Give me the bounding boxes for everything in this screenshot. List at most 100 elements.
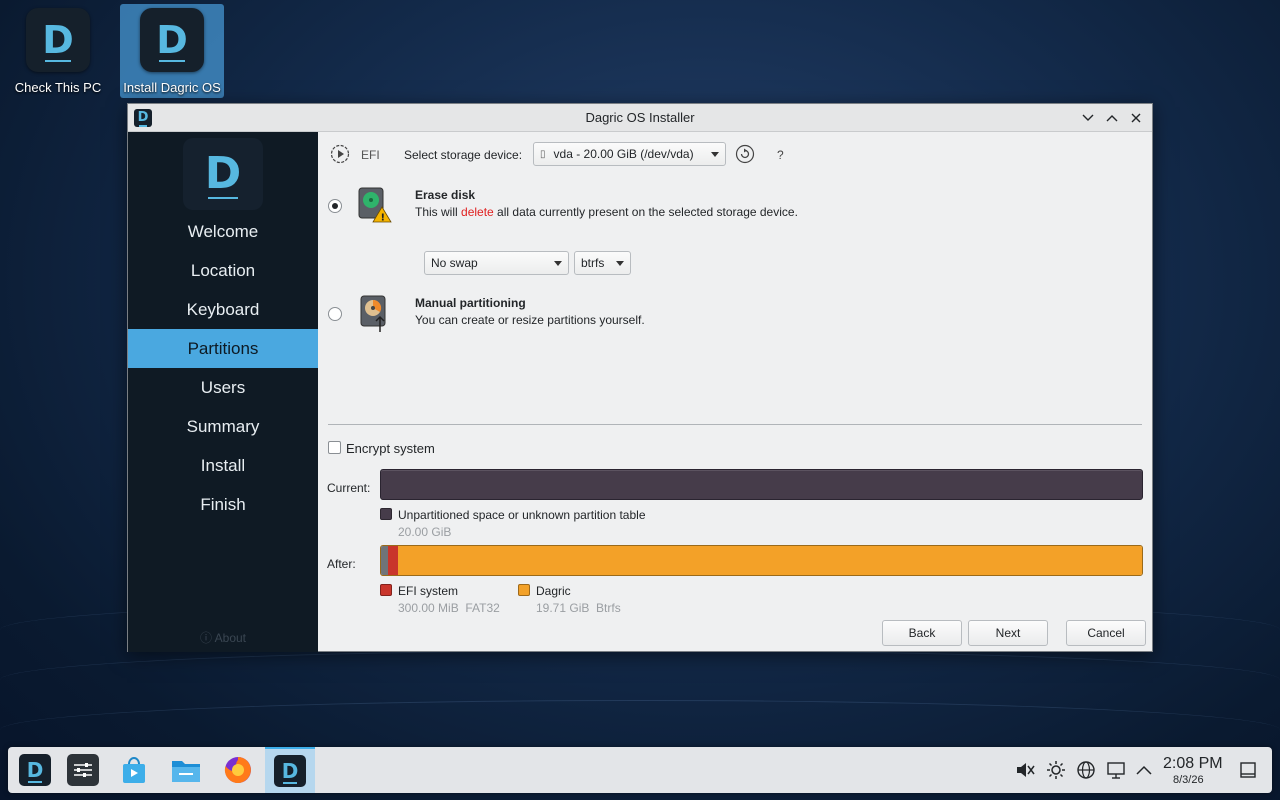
storage-device-value: vda - 20.00 GiB (/dev/vda) [553, 147, 694, 161]
maximize-button[interactable] [1102, 108, 1122, 128]
separator [328, 424, 1142, 425]
desktop-icon-label: Check This PC [14, 80, 102, 95]
show-desktop-icon[interactable] [1237, 759, 1259, 781]
refresh-icon [735, 144, 755, 164]
store-bag-icon [118, 754, 150, 786]
after-partition-bar [380, 545, 1143, 576]
delete-warning-word: delete [461, 205, 494, 219]
brightness-icon[interactable] [1045, 759, 1067, 781]
close-icon [1131, 113, 1141, 123]
after-segment-efi [387, 546, 399, 575]
unpartitioned-swatch [380, 508, 392, 520]
dagric-logo-icon: D [183, 138, 263, 210]
chevron-up-icon[interactable] [1133, 759, 1155, 781]
cancel-button[interactable]: Cancel [1066, 620, 1146, 646]
current-label: Current: [327, 481, 371, 495]
efi-legend-label: EFI system [398, 584, 459, 598]
desktop-icon-label: Install Dagric OS [123, 80, 221, 95]
svg-text:!: ! [381, 213, 386, 224]
sidebar-nav: Welcome Location Keyboard Partitions Use… [128, 212, 318, 524]
about-button[interactable]: ⓘ About [128, 629, 318, 646]
erase-disk-title: Erase disk [415, 188, 476, 202]
filesystem-value: btrfs [581, 256, 605, 270]
desktop-icon-install-dagric-os[interactable]: D Install Dagric OS [120, 4, 224, 98]
chevron-down-icon [1082, 114, 1094, 121]
boot-mode-button[interactable] [330, 144, 350, 164]
chevron-up-icon [1106, 115, 1118, 122]
taskbar-firefox[interactable] [213, 747, 263, 793]
dagric-swatch [518, 584, 530, 596]
play-circle-icon [330, 144, 350, 164]
storage-device-label: Select storage device: [404, 148, 523, 162]
efi-swatch [380, 584, 392, 596]
rescan-button[interactable] [735, 144, 755, 164]
clock-date[interactable]: 8/3/26 [1173, 774, 1204, 786]
sidebar-item-users: Users [200, 377, 246, 397]
close-button[interactable] [1126, 108, 1146, 128]
unpartitioned-legend-size: 20.00 GiB [398, 525, 452, 539]
minimize-button[interactable] [1078, 108, 1098, 128]
chevron-down-icon [616, 261, 624, 266]
sidebar-item-location: Location [190, 260, 256, 280]
filesystem-select[interactable]: btrfs [574, 251, 631, 275]
erase-disk-description: This will delete all data currently pres… [415, 205, 798, 219]
installer-window: D Dagric OS Installer D Welcome Location… [127, 103, 1153, 652]
partitions-page: EFI Select storage device: ▯ vda - 20.00… [318, 132, 1152, 652]
sliders-icon [67, 754, 99, 786]
back-button[interactable]: Back [882, 620, 962, 646]
installer-sidebar: D Welcome Location Keyboard Partitions U… [128, 132, 318, 652]
sidebar-item-install: Install [200, 455, 246, 475]
erase-disk-icon: ! [358, 187, 392, 224]
taskbar: D D 2:08 PM 8/3/26 [8, 747, 1272, 793]
sidebar-item-finish: Finish [200, 494, 246, 514]
taskbar-discover[interactable] [109, 747, 159, 793]
taskbar-launcher[interactable]: D [10, 747, 60, 793]
swap-value: No swap [431, 256, 478, 270]
sidebar-item-partitions: Partitions [128, 329, 318, 368]
after-segment-free [381, 546, 388, 575]
folder-icon [170, 754, 202, 786]
clock-time[interactable]: 2:08 PM [1163, 755, 1223, 773]
after-label: After: [327, 557, 356, 571]
erase-desc-part: all data currently present on the select… [493, 205, 798, 219]
dagric-legend-label: Dagric [536, 584, 571, 598]
after-segment-dagric [398, 546, 1142, 575]
encrypt-system-label: Encrypt system [346, 441, 435, 456]
sidebar-item-keyboard: Keyboard [186, 299, 260, 319]
swap-select[interactable]: No swap [424, 251, 569, 275]
volume-muted-icon[interactable] [1014, 759, 1036, 781]
taskbar-installer[interactable]: D [265, 747, 315, 793]
dagric-logo-icon: D [26, 8, 90, 72]
encrypt-system-checkbox[interactable] [328, 441, 341, 454]
storage-device-select[interactable]: ▯ vda - 20.00 GiB (/dev/vda) [533, 142, 726, 166]
window-title: Dagric OS Installer [585, 110, 695, 125]
efi-legend-size: 300.00 MiB FAT32 [398, 601, 500, 615]
help-button[interactable]: ? [777, 148, 784, 162]
sidebar-item-welcome: Welcome [187, 221, 259, 241]
manual-partitioning-title: Manual partitioning [415, 296, 526, 310]
unpartitioned-legend-label: Unpartitioned space or unknown partition… [398, 508, 646, 522]
chevron-down-icon [554, 261, 562, 266]
chevron-down-icon [711, 152, 719, 157]
boot-mode-label: EFI [361, 148, 380, 162]
current-partition-bar [380, 469, 1143, 500]
firefox-icon [222, 754, 254, 786]
manual-partitioning-description: You can create or resize partitions your… [415, 313, 645, 327]
manual-partitioning-radio[interactable] [328, 307, 342, 321]
erase-desc-part: This will [415, 205, 462, 219]
taskbar-settings[interactable] [58, 747, 108, 793]
sidebar-item-summary: Summary [186, 416, 260, 436]
dagric-legend-size: 19.71 GiB Btrfs [536, 601, 621, 615]
desktop-icon-check-this-pc[interactable]: D Check This PC [6, 4, 110, 98]
taskbar-file-manager[interactable] [161, 747, 211, 793]
manual-partitioning-icon [360, 295, 390, 333]
next-button[interactable]: Next [968, 620, 1048, 646]
window-titlebar[interactable]: D Dagric OS Installer [128, 104, 1152, 132]
network-globe-icon[interactable] [1075, 759, 1097, 781]
erase-disk-radio[interactable] [328, 199, 342, 213]
dagric-logo-icon: D [140, 8, 204, 72]
dagric-logo-icon: D [274, 755, 306, 787]
dagric-logo-icon: D [19, 754, 51, 786]
drive-icon: ▯ [540, 148, 546, 160]
wired-network-icon[interactable] [1105, 759, 1127, 781]
